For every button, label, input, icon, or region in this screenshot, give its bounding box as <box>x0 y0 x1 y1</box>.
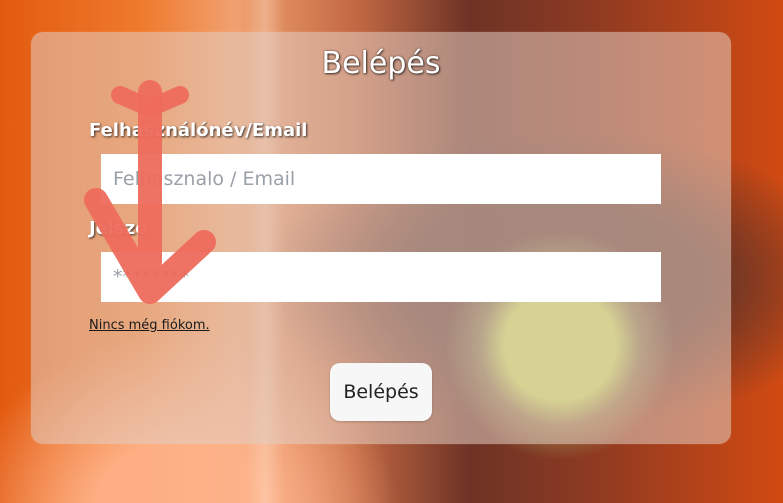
username-label: Felhasználónév/Email <box>89 120 308 141</box>
username-input[interactable] <box>101 154 661 204</box>
register-link[interactable]: Nincs még fiókom. <box>89 318 210 333</box>
login-button[interactable]: Belépés <box>330 363 432 421</box>
page-title: Belépés <box>321 46 441 81</box>
password-input[interactable] <box>101 252 661 302</box>
login-card: Belépés Felhasználónév/Email Jelszó Ninc… <box>31 32 731 444</box>
password-label: Jelszó <box>89 218 148 239</box>
